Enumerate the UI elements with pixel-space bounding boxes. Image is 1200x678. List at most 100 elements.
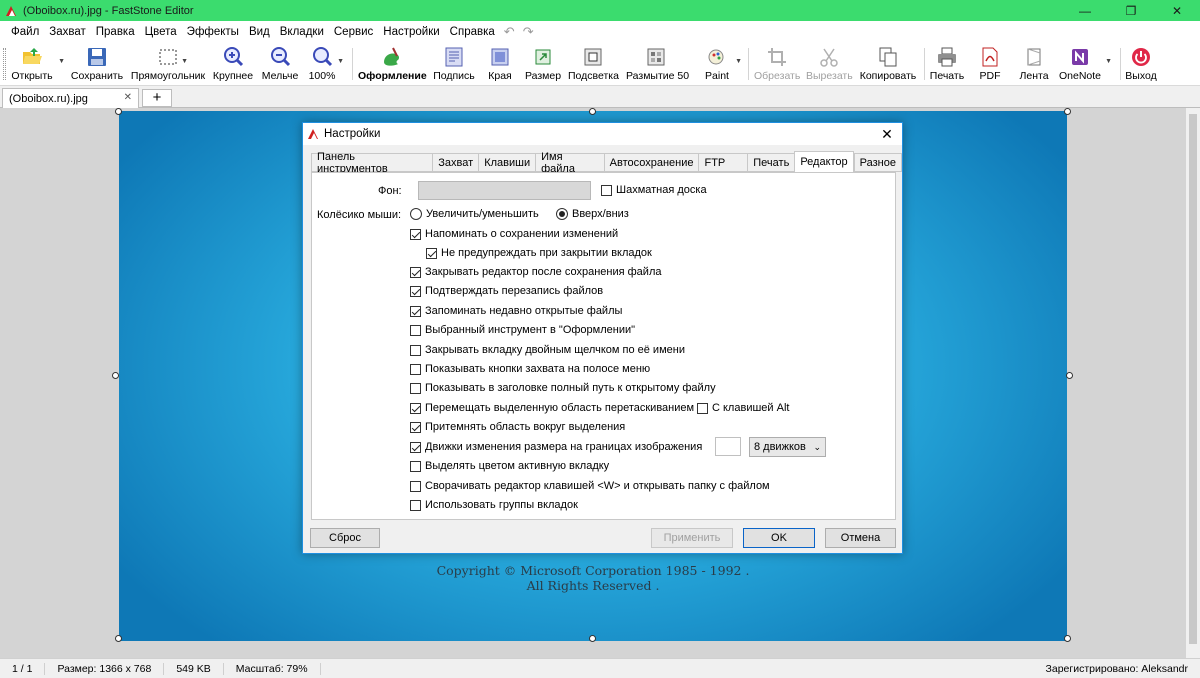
menu-tools[interactable]: Сервис — [329, 26, 378, 38]
folder-open-icon — [23, 48, 42, 64]
menu-view[interactable]: Вид — [244, 26, 275, 38]
paint-palette-icon — [384, 47, 400, 66]
tab-misc[interactable]: Разное — [853, 153, 902, 172]
tab-filename[interactable]: Имя файла — [535, 151, 604, 175]
resize-button[interactable]: Размер — [524, 44, 562, 84]
toolbar-grip[interactable] — [3, 48, 6, 80]
option-close-tab-dblclick[interactable]: Закрывать вкладку двойным щелчком по её … — [410, 344, 685, 356]
handles-count-select[interactable]: 8 движков ⌄ — [749, 437, 826, 457]
document-tab-strip: (Oboibox.ru).jpg ✕ + — [0, 86, 1200, 108]
print-button[interactable]: Печать — [928, 44, 966, 84]
highlight-button[interactable]: Подсветка — [568, 44, 619, 84]
menu-effects[interactable]: Эффекты — [182, 26, 244, 38]
option-minimize-w-key[interactable]: Сворачивать редактор клавишей <W> и откр… — [410, 480, 770, 492]
option-close-after-save[interactable]: Закрывать редактор после сохранения файл… — [410, 266, 661, 278]
redo-icon[interactable]: ↷ — [519, 24, 538, 40]
cut-button[interactable]: Вырезать — [806, 44, 853, 84]
restore-button[interactable]: ❐ — [1108, 0, 1154, 21]
dialog-title: Настройки — [324, 128, 381, 140]
close-window-button[interactable]: ✕ — [1154, 0, 1200, 21]
wheel-zoom-radio[interactable]: Увеличить/уменьшить — [410, 208, 539, 220]
background-color-picker[interactable] — [418, 181, 591, 200]
option-tab-groups[interactable]: Использовать группы вкладок — [410, 499, 578, 511]
tab-toolbar[interactable]: Панель инструментов — [311, 151, 433, 175]
resize-handle-right[interactable] — [1066, 372, 1073, 379]
menu-help[interactable]: Справка — [445, 26, 500, 38]
resize-handle-top-right[interactable] — [1064, 108, 1071, 115]
resize-handle-bottom-left[interactable] — [115, 635, 122, 642]
tab-capture[interactable]: Захват — [432, 153, 479, 172]
option-no-warn-close-tabs[interactable]: Не предупреждать при закрытии вкладок — [426, 247, 652, 259]
caption-button[interactable]: Подпись — [432, 44, 476, 84]
zoom-out-button[interactable]: Мельче — [260, 44, 300, 84]
ribbon-button[interactable]: Лента — [1018, 44, 1050, 84]
checkbox-box — [410, 228, 421, 240]
close-tab-icon[interactable]: ✕ — [124, 92, 132, 103]
handles-color-box[interactable] — [715, 437, 741, 456]
option-highlight-active-tab[interactable]: Выделять цветом активную вкладку — [410, 460, 609, 472]
resize-handle-bottom[interactable] — [589, 635, 596, 642]
apply-button[interactable]: Применить — [651, 528, 733, 548]
option-recent-files[interactable]: Запоминать недавно открытые файлы — [410, 305, 622, 317]
ribbon-icon — [1027, 48, 1041, 66]
minimize-button[interactable]: — — [1062, 0, 1108, 21]
option-drag-selection[interactable]: Перемещать выделенную область перетаскив… — [410, 402, 694, 414]
wheel-scroll-radio[interactable]: Вверх/вниз — [556, 208, 629, 220]
tab-ftp[interactable]: FTP — [698, 153, 748, 172]
tab-editor[interactable]: Редактор — [794, 151, 854, 172]
paint-button[interactable]: Paint ▼ — [702, 44, 742, 84]
crop-button[interactable]: Обрезать — [754, 44, 800, 84]
chevron-down-icon: ⌄ — [813, 442, 821, 452]
option-remind-save[interactable]: Напоминать о сохранении изменений — [410, 228, 618, 240]
menu-tabs[interactable]: Вкладки — [275, 26, 329, 38]
tab-print[interactable]: Печать — [747, 153, 795, 172]
menu-edit[interactable]: Правка — [91, 26, 140, 38]
menu-colors[interactable]: Цвета — [140, 26, 182, 38]
menu-capture[interactable]: Захват — [44, 26, 90, 38]
cancel-button[interactable]: Отмена — [825, 528, 896, 548]
option-resize-handles[interactable]: Движки изменения размера на границах изо… — [410, 441, 702, 453]
zoom-in-button[interactable]: Крупнее — [212, 44, 254, 84]
open-button[interactable]: Открыть ▼ — [8, 44, 65, 84]
paint-icon — [708, 49, 724, 65]
option-selected-tool[interactable]: Выбранный инструмент в "Оформлении" — [410, 324, 635, 336]
tab-autosave[interactable]: Автосохранение — [603, 153, 699, 172]
copy-button[interactable]: Копировать — [858, 44, 918, 84]
status-image-size: Размер: 1366 x 768 — [45, 662, 165, 675]
pdf-button[interactable]: PDF — [976, 44, 1004, 84]
checkbox-box — [410, 382, 421, 394]
option-capture-buttons-menubar[interactable]: Показывать кнопки захвата на полосе меню — [410, 363, 650, 375]
rectangle-select-button[interactable]: Прямоугольник ▼ — [130, 44, 206, 84]
option-full-path-title[interactable]: Показывать в заголовке полный путь к отк… — [410, 382, 716, 394]
onenote-button[interactable]: OneNote ▼ — [1058, 44, 1112, 84]
scrollbar-thumb[interactable] — [1189, 114, 1197, 644]
option-dim-around-selection[interactable]: Притемнять область вокруг выделения — [410, 421, 625, 433]
add-tab-button[interactable]: + — [142, 89, 172, 107]
option-alt-key[interactable]: С клавишей Alt — [697, 402, 789, 414]
radio-circle — [410, 208, 422, 220]
toolbar-separator — [924, 48, 925, 80]
menu-settings[interactable]: Настройки — [378, 26, 444, 38]
resize-handle-top[interactable] — [589, 108, 596, 115]
resize-handle-bottom-right[interactable] — [1064, 635, 1071, 642]
magnifier-icon — [313, 47, 333, 67]
draw-button[interactable]: Оформление — [358, 44, 427, 84]
menu-file[interactable]: Файл — [6, 26, 44, 38]
ok-button[interactable]: OK — [743, 528, 815, 548]
resize-handle-left[interactable] — [112, 372, 119, 379]
save-button[interactable]: Сохранить — [70, 44, 124, 84]
option-confirm-overwrite[interactable]: Подтверждать перезапись файлов — [410, 285, 603, 297]
resize-handle-top-left[interactable] — [115, 108, 122, 115]
checkerboard-checkbox[interactable]: Шахматная доска — [601, 184, 707, 196]
reset-button[interactable]: Сброс — [310, 528, 380, 548]
radio-circle — [556, 208, 568, 220]
undo-icon[interactable]: ↶ — [500, 24, 519, 40]
document-tab[interactable]: (Oboibox.ru).jpg ✕ — [2, 88, 139, 108]
vertical-scrollbar[interactable] — [1186, 108, 1200, 658]
tab-hotkeys[interactable]: Клавиши — [478, 153, 536, 172]
dialog-close-icon[interactable]: ✕ — [872, 126, 902, 143]
exit-button[interactable]: Выход — [1124, 44, 1158, 84]
zoom-100-button[interactable]: 100% ▼ — [306, 44, 344, 84]
edges-button[interactable]: Края — [484, 44, 516, 84]
blur-button[interactable]: Размытие 50 — [626, 44, 689, 84]
